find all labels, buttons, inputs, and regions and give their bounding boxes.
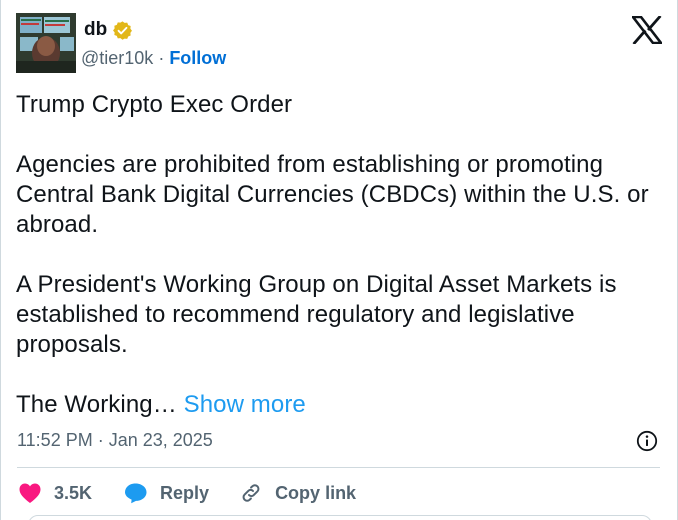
heart-icon: [19, 483, 41, 503]
tweet-text: Trump Crypto Exec Order Agencies are pro…: [16, 90, 656, 420]
tweet-paragraph: Trump Crypto Exec Order: [16, 91, 293, 118]
copy-link-button[interactable]: Copy link: [239, 481, 356, 505]
divider: [17, 467, 660, 468]
follow-button[interactable]: Follow: [169, 48, 226, 68]
like-button[interactable]: 3.5K: [18, 482, 92, 504]
reply-button[interactable]: Reply: [124, 482, 209, 504]
link-icon: [242, 484, 260, 502]
avatar[interactable]: [16, 13, 76, 73]
x-logo-icon[interactable]: [632, 16, 662, 44]
speech-bubble-icon: [125, 483, 147, 504]
truncated-text: The Working…: [16, 391, 177, 418]
tweet-paragraph: A President's Working Group on Digital A…: [16, 271, 617, 358]
copy-link-label: Copy link: [275, 482, 357, 503]
action-bar: 3.5K Reply Copy link: [18, 478, 356, 508]
show-more-link[interactable]: Show more: [184, 391, 306, 418]
tweet-paragraph: Agencies are prohibited from establishin…: [16, 151, 649, 238]
reply-label: Reply: [160, 482, 210, 503]
info-icon[interactable]: [636, 430, 658, 452]
tweet-card: db @tier10k · Follow Trump Crypto Exec O…: [0, 0, 678, 520]
read-replies-button[interactable]: [28, 515, 652, 520]
author-handle-row: @tier10k · Follow: [81, 48, 226, 69]
avatar-image: [16, 13, 76, 73]
tweet-paragraph-truncated: The Working… Show more: [16, 390, 656, 420]
author-handle[interactable]: @tier10k: [81, 48, 153, 68]
verified-badge-icon: [113, 20, 133, 40]
handle-separator: ·: [153, 48, 170, 68]
like-count: 3.5K: [54, 482, 93, 503]
author-display-name[interactable]: db: [84, 19, 107, 41]
author-name-row[interactable]: db: [84, 19, 133, 41]
tweet-timestamp[interactable]: 11:52 PM · Jan 23, 2025: [17, 430, 213, 451]
